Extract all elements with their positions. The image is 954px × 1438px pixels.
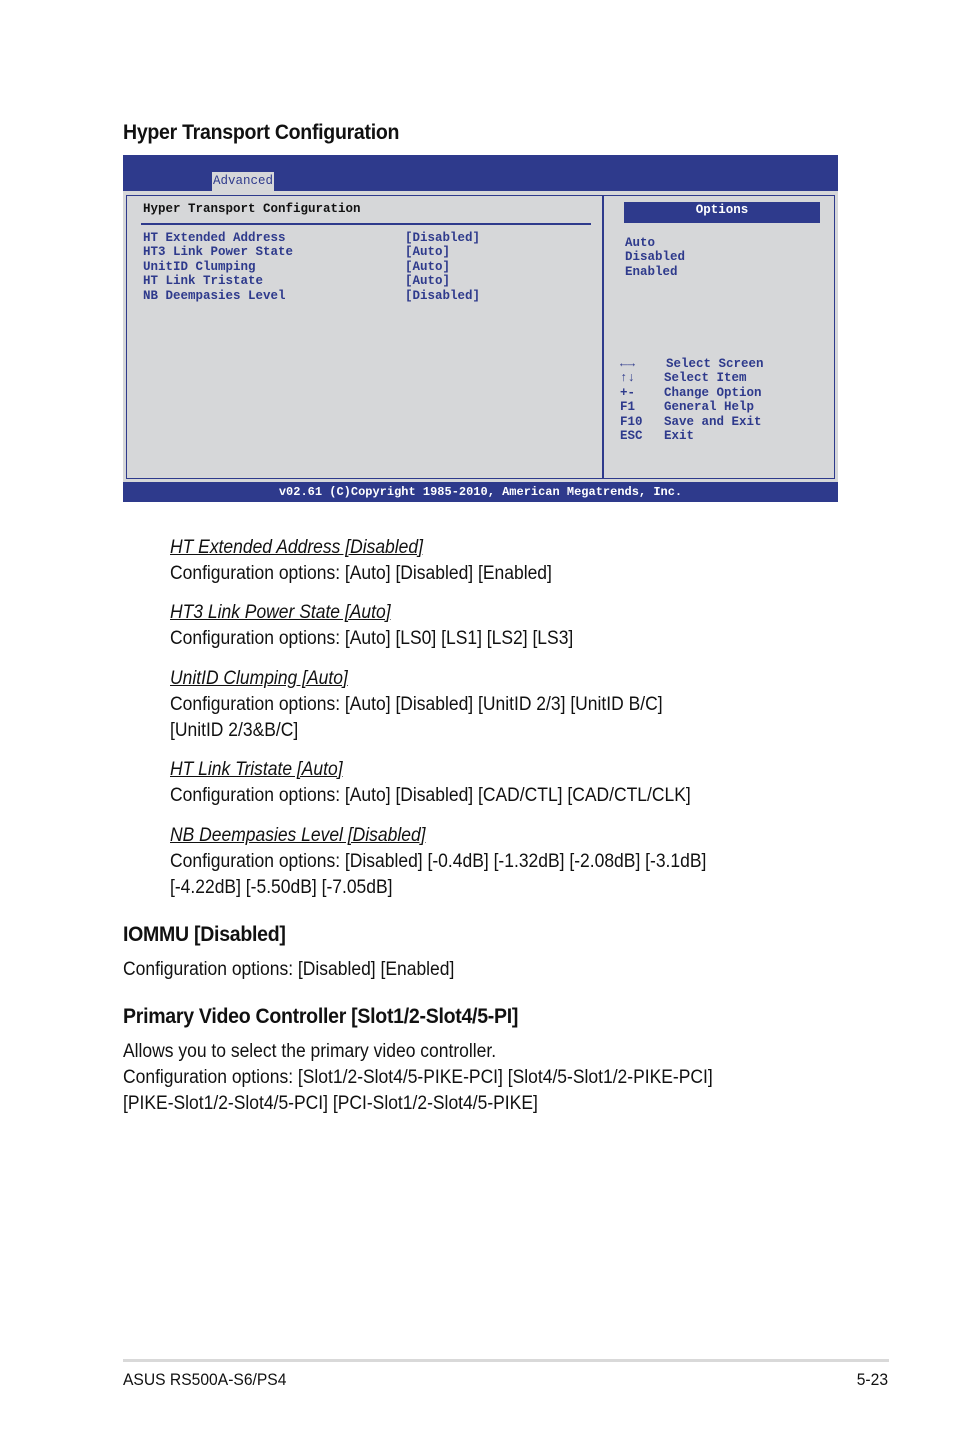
left-right-arrows-icon: ←→ xyxy=(620,357,636,371)
key-esc: ESC xyxy=(620,429,643,443)
desc-title-ht3-link-power-state: HT3 Link Power State [Auto] xyxy=(170,602,391,623)
desc-options: Configuration options: [Auto] [LS0] [LS1… xyxy=(170,628,574,649)
option-disabled[interactable]: Disabled xyxy=(625,250,685,265)
up-down-arrows-icon: ↑↓ xyxy=(620,371,636,385)
iommu-title: IOMMU [Disabled] xyxy=(123,923,286,946)
key-f10: F10 xyxy=(620,415,643,429)
desc-title-ht-link-tristate: HT Link Tristate [Auto] xyxy=(170,759,343,780)
desc-options-cont: [UnitID 2/3&B/C] xyxy=(170,720,299,741)
bios-item-value[interactable]: [Auto] xyxy=(405,245,450,260)
desc-options: Configuration options: [Auto] [Disabled]… xyxy=(170,563,552,584)
desc-title-unitid-clumping: UnitID Clumping [Auto] xyxy=(170,668,348,689)
bios-item-unitid-clumping[interactable]: UnitID Clumping xyxy=(143,260,256,275)
section-title: Hyper Transport Configuration xyxy=(123,121,400,144)
options-header: Options xyxy=(624,202,820,223)
bios-item-value[interactable]: [Disabled] xyxy=(405,231,480,246)
key-desc-change-option: Change Option xyxy=(664,386,762,400)
video-description: Allows you to select the primary video c… xyxy=(123,1041,497,1062)
desc-title-ht-extended-address: HT Extended Address [Disabled] xyxy=(170,537,423,558)
bios-panel-divider xyxy=(602,195,604,479)
footer-rule xyxy=(123,1359,889,1362)
desc-title-nb-deempasies-level: NB Deempasies Level [Disabled] xyxy=(170,825,426,846)
option-auto[interactable]: Auto xyxy=(625,236,655,251)
bios-item-value[interactable]: [Disabled] xyxy=(405,289,480,304)
bios-item-value[interactable]: [Auto] xyxy=(405,260,450,275)
desc-options-cont: [-4.22dB] [-5.50dB] [-7.05dB] xyxy=(170,877,393,898)
bios-item-ht3-link-power-state[interactable]: HT3 Link Power State xyxy=(143,245,293,260)
tab-advanced[interactable]: Advanced xyxy=(212,172,275,191)
bios-heading-underline xyxy=(141,223,591,225)
footer-model: ASUS RS500A-S6/PS4 xyxy=(123,1370,287,1389)
key-f1: F1 xyxy=(620,400,636,414)
key-desc-select-item: Select Item xyxy=(664,371,747,385)
video-title: Primary Video Controller [Slot1/2-Slot4/… xyxy=(123,1005,519,1028)
desc-options: Configuration options: [Disabled] [-0.4d… xyxy=(170,851,707,872)
bios-menu-bar: Advanced xyxy=(123,155,838,191)
bios-item-nb-deempasies-level[interactable]: NB Deempasies Level xyxy=(143,289,286,304)
bios-item-ht-extended-address[interactable]: HT Extended Address xyxy=(143,231,286,246)
bios-copyright-bar: v02.61 (C)Copyright 1985-2010, American … xyxy=(123,482,838,502)
iommu-options: Configuration options: [Disabled] [Enabl… xyxy=(123,959,455,980)
desc-options: Configuration options: [Auto] [Disabled]… xyxy=(170,785,691,806)
option-enabled[interactable]: Enabled xyxy=(625,265,678,280)
key-desc-exit: Exit xyxy=(664,429,695,443)
video-options-cont: [PIKE-Slot1/2-Slot4/5-PCI] [PCI-Slot1/2-… xyxy=(123,1093,538,1114)
key-desc-general-help: General Help xyxy=(664,400,755,414)
key-desc-save-and-exit: Save and Exit xyxy=(664,415,762,429)
footer-page-number: 5-23 xyxy=(856,1370,888,1389)
bios-item-ht-link-tristate[interactable]: HT Link Tristate xyxy=(143,274,263,289)
bios-item-value[interactable]: [Auto] xyxy=(405,274,450,289)
key-plus-minus: +- xyxy=(620,386,636,400)
key-desc-select-screen: Select Screen xyxy=(666,357,764,371)
video-options: Configuration options: [Slot1/2-Slot4/5-… xyxy=(123,1067,713,1088)
desc-options: Configuration options: [Auto] [Disabled]… xyxy=(170,694,663,715)
bios-panel-heading: Hyper Transport Configuration xyxy=(143,202,361,216)
bios-screen: Advanced Hyper Transport Configuration H… xyxy=(123,155,838,502)
